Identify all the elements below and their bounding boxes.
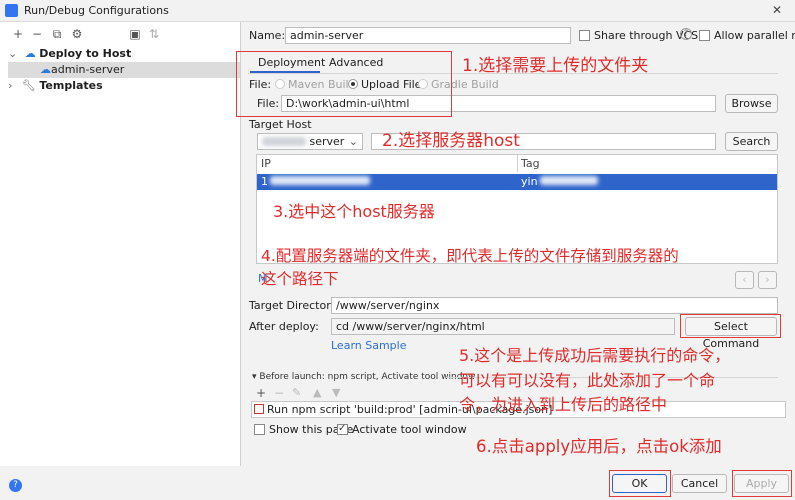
checkbox-icon xyxy=(579,30,590,41)
npm-icon xyxy=(254,404,264,414)
target-dir-label: Target Directory: xyxy=(249,299,341,312)
annotation-5-line1: 5.这个是上传成功后需要执行的命令， xyxy=(459,346,731,365)
cloud-icon: ☁ xyxy=(24,47,36,60)
add-icon[interactable]: + xyxy=(11,27,25,41)
tree-templates[interactable]: › 🔧︎ Templates xyxy=(8,78,238,94)
target-host-label: Target Host xyxy=(249,118,312,131)
next-icon[interactable]: › xyxy=(758,271,777,289)
learn-sample-link[interactable]: Learn Sample xyxy=(331,339,407,353)
app-icon xyxy=(5,4,18,17)
annotation-6: 6.点击apply应用后，点击ok添加 xyxy=(476,437,722,456)
annotation-3: 3.选中这个host服务器 xyxy=(273,202,435,221)
window-title: Run/Debug Configurations xyxy=(24,4,169,17)
annotation-2: 2.选择服务器host xyxy=(382,131,520,151)
checkbox-icon xyxy=(699,30,710,41)
row-ip: 1 xyxy=(261,175,370,189)
browse-button[interactable]: Browse xyxy=(725,94,778,113)
annotation-4-line1: 4.配置服务器端的文件夹，即代表上传的文件存储到服务器的 xyxy=(261,247,679,265)
activate-tool-label: Activate tool window xyxy=(352,423,467,436)
sort-icon[interactable]: ⇅ xyxy=(147,27,161,41)
annotation-5-line3: 令，为进入到上传后的路径中 xyxy=(459,395,668,414)
search-button[interactable]: Search xyxy=(725,132,778,151)
close-icon[interactable]: ✕ xyxy=(772,3,782,17)
target-dir-input[interactable]: /www/server/nginx xyxy=(331,297,778,314)
help-icon[interactable]: ? xyxy=(680,28,692,40)
name-input[interactable]: admin-server xyxy=(285,27,571,44)
folder-icon[interactable]: ▣ xyxy=(128,27,142,41)
annotation-box-file xyxy=(236,51,452,117)
tree-label: Templates xyxy=(39,79,103,92)
remove-icon[interactable]: − xyxy=(30,27,44,41)
host-select[interactable]: server ⌄ xyxy=(257,133,363,150)
name-label: Name: xyxy=(249,29,286,42)
remove-task-icon[interactable]: − xyxy=(274,386,284,400)
edit-task-icon[interactable]: ✎ xyxy=(292,386,301,400)
host-select-text: server xyxy=(309,135,345,148)
annotation-4-line2: 这个路径下 xyxy=(261,270,339,288)
help-button[interactable]: ? xyxy=(9,479,22,492)
cancel-button[interactable]: Cancel xyxy=(672,474,727,493)
move-down-icon[interactable]: ▼ xyxy=(332,386,340,400)
chevron-right-icon: › xyxy=(8,79,13,92)
annotation-5-line2: 可以有可以没有，此处添加了一个命 xyxy=(459,371,716,390)
tree-admin-server[interactable]: ☁admin-server xyxy=(8,62,240,78)
tree-label: Deploy to Host xyxy=(39,47,132,60)
annotation-box-ok xyxy=(609,470,671,497)
row-tag: yin xyxy=(521,175,598,189)
before-launch-label: Before launch: npm script, Activate tool… xyxy=(259,372,476,382)
column-header-tag[interactable]: Tag xyxy=(521,157,540,171)
title-bar: Run/Debug Configurations ✕ xyxy=(0,0,795,22)
wrench-icon: 🔧︎ xyxy=(21,79,36,92)
column-divider xyxy=(517,155,518,172)
after-deploy-input[interactable]: cd /www/server/nginx/html xyxy=(331,318,675,335)
copy-icon[interactable]: ⧉ xyxy=(50,27,64,41)
before-launch-toggle[interactable]: ▾ Before launch: npm script, Activate to… xyxy=(252,370,475,384)
chevron-down-icon: ⌄ xyxy=(348,135,358,148)
move-up-icon[interactable]: ▲ xyxy=(313,386,321,400)
redacted-host xyxy=(262,137,306,146)
tree-deploy-to-host[interactable]: ⌄ ☁ Deploy to Host xyxy=(8,46,238,62)
table-row[interactable]: 1 yin xyxy=(257,174,777,190)
allow-parallel-checkbox[interactable]: Allow parallel run xyxy=(699,29,795,43)
cloud-icon: ☁ xyxy=(40,63,51,76)
chevron-down-icon: ⌄ xyxy=(8,47,18,60)
checkbox-icon xyxy=(254,424,265,435)
triangle-down-icon: ▾ xyxy=(252,372,257,382)
activate-tool-checkbox[interactable]: Activate tool window xyxy=(337,422,467,437)
tree-label: admin-server xyxy=(51,63,125,76)
wrench-icon[interactable]: ⚙ xyxy=(70,27,84,41)
prev-icon[interactable]: ‹ xyxy=(735,271,754,289)
after-deploy-label: After deploy: xyxy=(249,320,319,333)
annotation-1: 1.选择需要上传的文件夹 xyxy=(462,56,649,76)
annotation-box-apply xyxy=(732,470,792,497)
allow-parallel-label: Allow parallel run xyxy=(714,29,795,42)
annotation-box-select-command xyxy=(680,314,781,338)
column-header-ip[interactable]: IP xyxy=(261,157,271,171)
checkbox-icon xyxy=(337,422,348,436)
add-task-icon[interactable]: + xyxy=(256,386,266,400)
